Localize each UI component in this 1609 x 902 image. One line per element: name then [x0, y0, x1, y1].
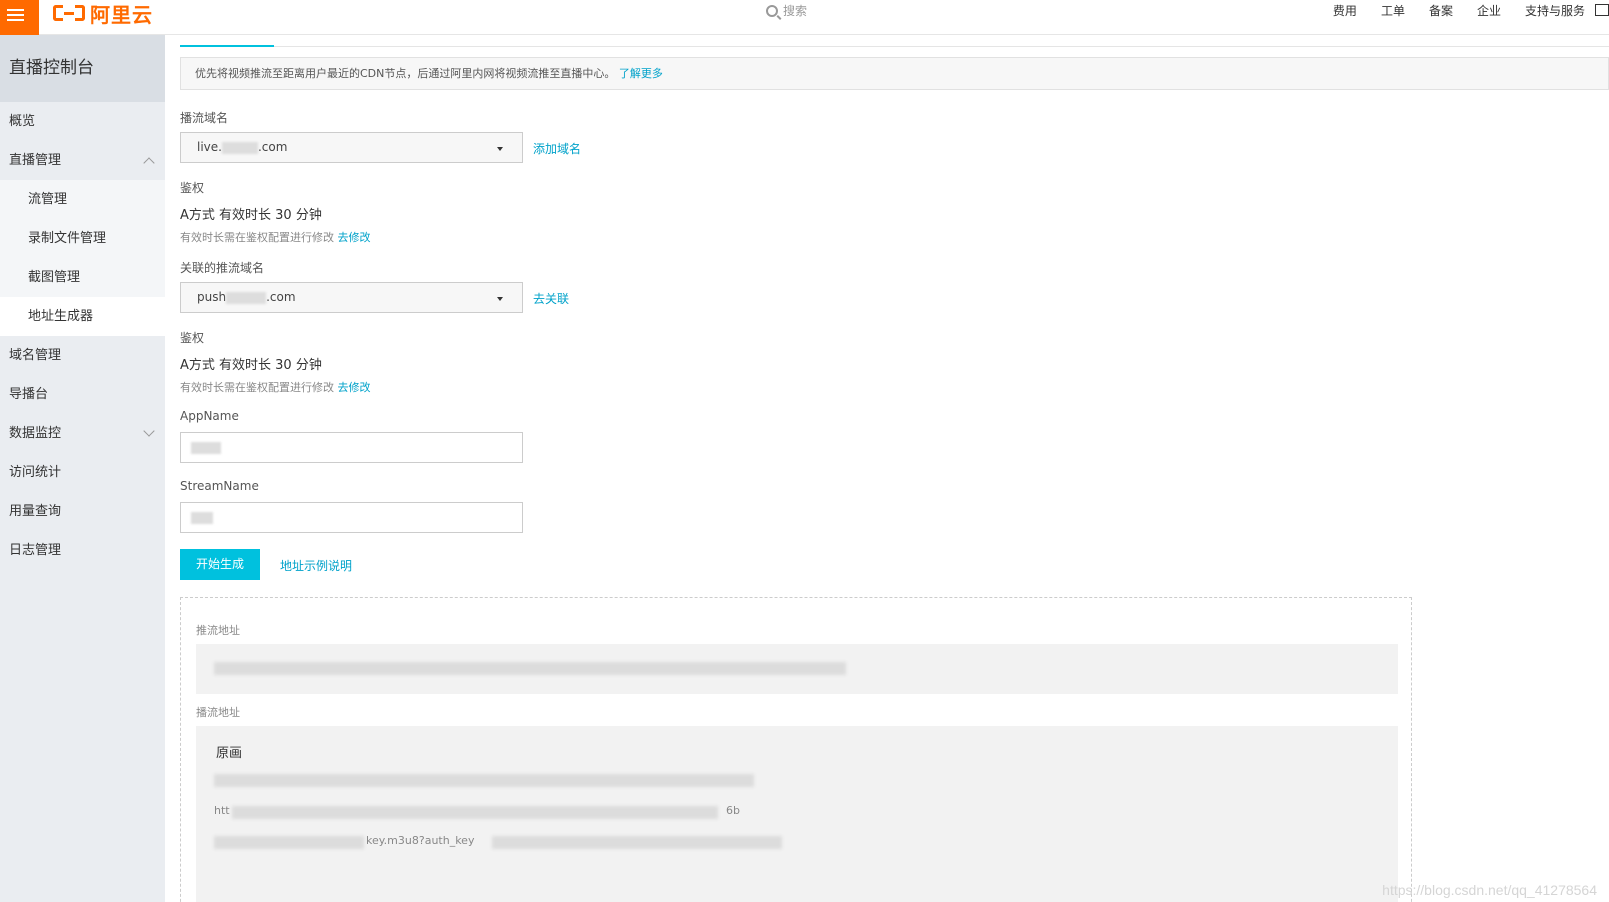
top-bar: 阿里云 搜索 费用 工单 备案 企业 支持与服务 — [0, 0, 1609, 35]
play-url-3-mid: key.m3u8?auth_key — [366, 834, 475, 847]
sidebar: 直播控制台 概览 直播管理 流管理 录制文件管理 截图管理 地址生成器 域名管理… — [0, 35, 165, 902]
sidebar-item-access-stats[interactable]: 访问统计 — [0, 453, 165, 492]
sidebar-item-label: 数据监控 — [9, 426, 62, 441]
aliyun-logo-icon — [53, 3, 85, 23]
chevron-up-icon — [143, 157, 155, 169]
push-auth-hint: 有效时长需在鉴权配置进行修改 去修改 — [180, 379, 371, 395]
search-placeholder: 搜索 — [783, 4, 808, 18]
sidebar-item-stream-management[interactable]: 流管理 — [0, 180, 165, 219]
search-icon — [766, 4, 778, 17]
add-domain-link[interactable]: 添加域名 — [533, 140, 581, 157]
aliyun-logo[interactable]: 阿里云 — [53, 0, 153, 27]
active-tab-indicator — [180, 45, 274, 47]
redacted-text — [191, 512, 213, 524]
sidebar-item-usage-query[interactable]: 用量查询 — [0, 492, 165, 531]
learn-more-link[interactable]: 了解更多 — [619, 67, 663, 80]
app-name-input[interactable] — [180, 432, 523, 463]
generate-button[interactable]: 开始生成 — [180, 549, 260, 580]
sidebar-item-overview[interactable]: 概览 — [0, 102, 165, 141]
logo-text: 阿里云 — [90, 2, 153, 27]
sidebar-item-monitoring[interactable]: 数据监控 — [0, 414, 165, 453]
nav-enterprise[interactable]: 企业 — [1477, 2, 1501, 19]
hamburger-menu-icon[interactable] — [0, 0, 39, 35]
chevron-down-icon — [497, 297, 503, 301]
redacted-play-url-3a — [214, 836, 364, 849]
push-domain-select[interactable]: push .com — [180, 282, 523, 313]
play-domain-suffix: .com — [257, 140, 288, 154]
play-auth-hint: 有效时长需在鉴权配置进行修改 去修改 — [180, 229, 371, 245]
push-url-label: 推流地址 — [196, 624, 240, 637]
redacted-text — [226, 291, 267, 304]
nav-billing[interactable]: 费用 — [1333, 2, 1357, 19]
sidebar-title: 直播控制台 — [0, 35, 165, 102]
push-domain-label: 关联的推流域名 — [180, 261, 265, 275]
play-auth-modify-link[interactable]: 去修改 — [338, 231, 371, 244]
redacted-play-url-1 — [214, 774, 754, 787]
redacted-text — [221, 141, 258, 154]
example-link[interactable]: 地址示例说明 — [280, 557, 352, 574]
push-domain-prefix: push — [197, 290, 227, 304]
stream-name-input[interactable] — [180, 502, 523, 533]
chevron-down-icon — [497, 147, 503, 151]
terminal-icon[interactable] — [1595, 4, 1609, 16]
push-auth-value: A方式 有效时长 30 分钟 — [180, 358, 322, 373]
redacted-play-url-2 — [232, 806, 718, 819]
sidebar-item-snapshot-management[interactable]: 截图管理 — [0, 258, 165, 297]
result-panel: 推流地址 播流地址 原画 htt 6b key.m3u8?auth_key — [180, 597, 1412, 902]
nav-icp[interactable]: 备案 — [1429, 2, 1453, 19]
sidebar-item-label: 直播管理 — [9, 153, 62, 168]
redacted-push-url — [214, 662, 846, 675]
push-auth-hint-text: 有效时长需在鉴权配置进行修改 — [180, 381, 334, 394]
search-box[interactable]: 搜索 — [766, 2, 807, 19]
push-domain-suffix: .com — [266, 290, 296, 304]
top-nav: 费用 工单 备案 企业 支持与服务 — [1333, 2, 1609, 19]
sidebar-item-director[interactable]: 导播台 — [0, 375, 165, 414]
redacted-play-url-3b — [492, 836, 782, 849]
nav-support[interactable]: 支持与服务 — [1525, 2, 1585, 19]
notice-text: 优先将视频推流至距离用户最近的CDN节点，后通过阿里内网将视频流推至直播中心。 — [195, 67, 616, 80]
push-auth-label: 鉴权 — [180, 331, 205, 345]
play-auth-label: 鉴权 — [180, 181, 205, 195]
sidebar-item-log-management[interactable]: 日志管理 — [0, 531, 165, 570]
notice-banner: 优先将视频推流至距离用户最近的CDN节点，后通过阿里内网将视频流推至直播中心。 … — [180, 57, 1609, 90]
nav-ticket[interactable]: 工单 — [1381, 2, 1405, 19]
associate-link[interactable]: 去关联 — [533, 290, 569, 307]
tab-divider — [180, 46, 1609, 47]
play-url-box[interactable]: 原画 htt 6b key.m3u8?auth_key — [196, 726, 1398, 902]
main-content: 优先将视频推流至距离用户最近的CDN节点，后通过阿里内网将视频流推至直播中心。 … — [180, 35, 1609, 902]
chevron-down-icon — [143, 425, 155, 437]
sidebar-item-recording-files[interactable]: 录制文件管理 — [0, 219, 165, 258]
quality-label: 原画 — [216, 746, 243, 761]
redacted-text — [191, 442, 221, 454]
watermark: https://blog.csdn.net/qq_41278564 — [1382, 882, 1597, 898]
play-auth-hint-text: 有效时长需在鉴权配置进行修改 — [180, 231, 334, 244]
app-name-label: AppName — [180, 409, 239, 423]
push-auth-modify-link[interactable]: 去修改 — [338, 381, 371, 394]
stream-name-label: StreamName — [180, 479, 259, 493]
sidebar-item-url-generator[interactable]: 地址生成器 — [0, 297, 165, 336]
play-domain-label: 播流域名 — [180, 111, 229, 125]
play-url-2-tail: 6b — [726, 804, 740, 817]
play-url-2-prefix: htt — [214, 804, 230, 817]
push-url-box[interactable] — [196, 644, 1398, 694]
play-domain-prefix: live. — [197, 140, 222, 154]
play-url-label: 播流地址 — [196, 706, 240, 719]
play-auth-value: A方式 有效时长 30 分钟 — [180, 208, 322, 223]
sidebar-item-live-management[interactable]: 直播管理 — [0, 141, 165, 180]
sidebar-item-domain-management[interactable]: 域名管理 — [0, 336, 165, 375]
play-domain-select[interactable]: live. .com — [180, 132, 523, 163]
